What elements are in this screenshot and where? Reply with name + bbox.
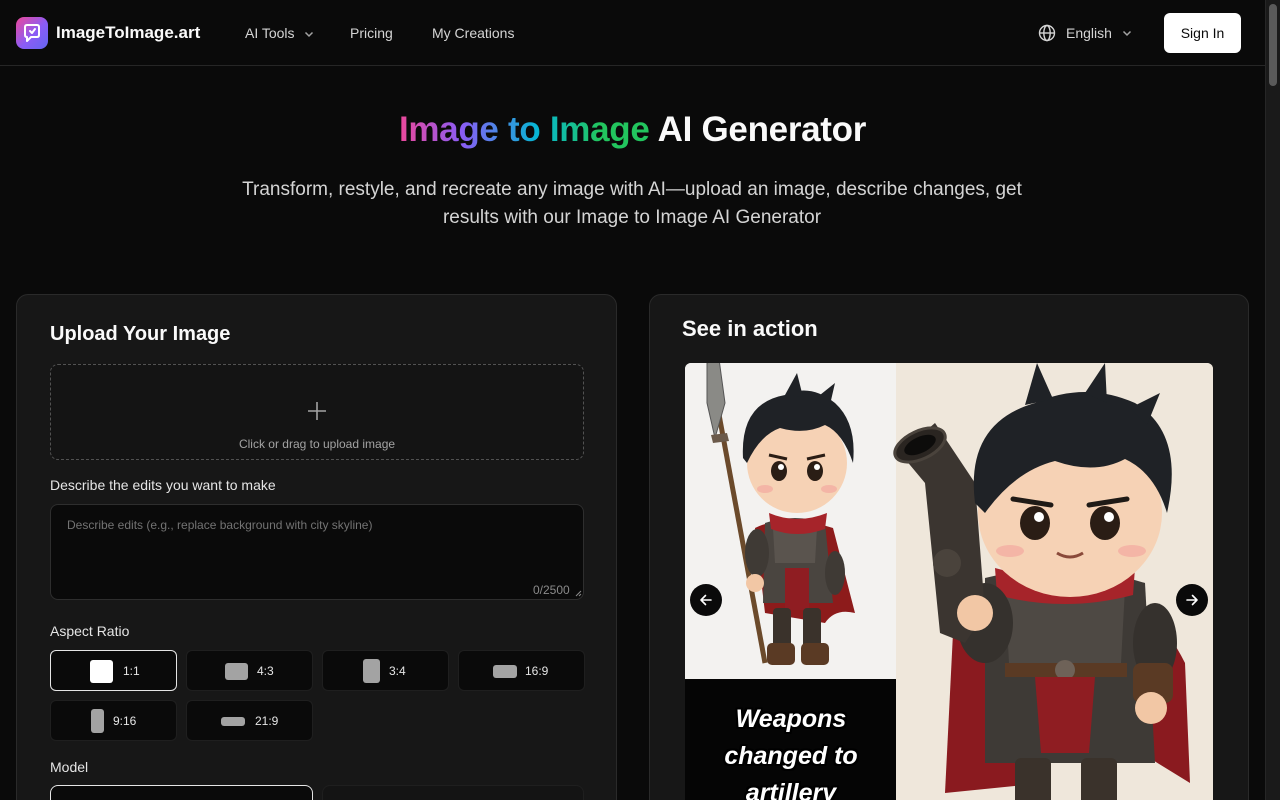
resize-handle-icon[interactable]: [575, 590, 582, 597]
aspect-ratio-label-text: 1:1: [123, 664, 140, 678]
nav-ai-tools-label: AI Tools: [245, 25, 295, 41]
aspect-ratio-4-3[interactable]: 4:3: [186, 650, 313, 691]
image-upload-dropzone[interactable]: Click or drag to upload image: [50, 364, 584, 460]
ultrawide-icon: [221, 717, 245, 726]
page-scrollbar[interactable]: [1265, 0, 1280, 800]
aspect-ratio-label-text: 3:4: [389, 664, 406, 678]
aspect-ratio-16-9[interactable]: 16:9: [458, 650, 585, 691]
arrow-left-icon: [700, 594, 712, 606]
aspect-ratio-label-text: 9:16: [113, 714, 137, 728]
upload-panel: Upload Your Image Click or drag to uploa…: [16, 294, 617, 800]
sign-in-button[interactable]: Sign In: [1164, 13, 1241, 53]
scrollbar-thumb[interactable]: [1269, 4, 1277, 86]
model-option-2[interactable]: [322, 785, 584, 800]
language-label: English: [1066, 25, 1112, 41]
upload-panel-title: Upload Your Image: [50, 323, 231, 345]
portrait-icon: [363, 659, 380, 683]
aspect-ratio-9-16[interactable]: 9:16: [50, 700, 177, 741]
page-title: Image to Image AI Generator: [0, 110, 1265, 150]
showcase-carousel-image: Weapons changed to artillery: [685, 363, 1213, 800]
arrow-right-icon: [1186, 594, 1198, 606]
aspect-ratio-label-text: 4:3: [257, 664, 274, 678]
chevron-down-icon: [1122, 30, 1132, 37]
title-text: AI Generator: [649, 110, 867, 149]
aspect-ratio-label-text: 21:9: [255, 714, 279, 728]
wide-icon: [493, 665, 517, 678]
carousel-next-button[interactable]: [1176, 584, 1208, 616]
aspect-ratio-3-4[interactable]: 3:4: [322, 650, 449, 691]
upload-hint: Click or drag to upload image: [238, 437, 396, 451]
character-counter: 0/2500: [533, 583, 570, 597]
aspect-ratio-label: Aspect Ratio: [50, 623, 130, 639]
globe-icon: [1038, 24, 1056, 42]
plus-icon: [308, 402, 326, 420]
page-subtitle: Transform, restyle, and recreate any ima…: [242, 179, 1022, 228]
nav-my-creations[interactable]: My Creations: [432, 25, 514, 41]
aspect-ratio-label-text: 16:9: [525, 664, 549, 678]
aspect-ratio-1-1[interactable]: 1:1: [50, 650, 177, 691]
edits-prompt-input[interactable]: [50, 504, 584, 600]
showcase-caption: Weapons changed to artillery: [724, 705, 858, 800]
carousel-prev-button[interactable]: [690, 584, 722, 616]
model-label: Model: [50, 759, 89, 775]
landscape-icon: [225, 663, 248, 680]
top-nav: ImageToImage.art AI Tools Pricing My Cre…: [0, 0, 1265, 66]
brand-name[interactable]: ImageToImage.art: [56, 23, 200, 43]
aspect-ratio-21-9[interactable]: 21:9: [186, 700, 313, 741]
showcase-title: See in action: [682, 316, 818, 341]
logo-icon[interactable]: [16, 17, 48, 49]
edits-label: Describe the edits you want to make: [50, 477, 276, 493]
title-gradient-text: Image to Image: [398, 110, 650, 149]
chevron-down-icon: [304, 31, 314, 38]
showcase-panel: See in action Weapons changed to artille…: [649, 294, 1249, 800]
nav-pricing[interactable]: Pricing: [350, 25, 393, 41]
tall-icon: [91, 709, 104, 733]
square-icon: [90, 660, 113, 683]
nav-ai-tools[interactable]: AI Tools: [245, 25, 314, 41]
model-option-1[interactable]: [50, 785, 313, 800]
